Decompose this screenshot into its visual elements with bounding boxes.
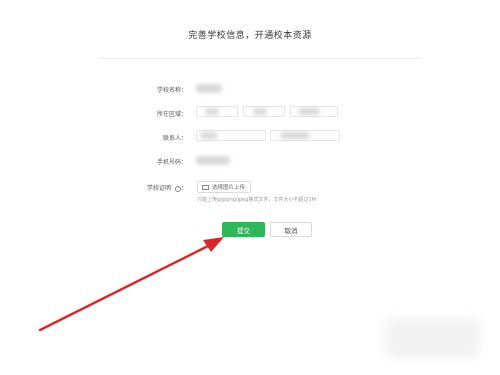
province-value (205, 108, 219, 115)
image-icon (202, 184, 209, 190)
divider (100, 58, 420, 59)
label-school-name: 学校名称： (156, 87, 187, 94)
label-certificate: 学校证明 ?： (147, 185, 187, 192)
label-region: 所在区域： (156, 111, 187, 118)
city-value (253, 108, 267, 115)
help-icon[interactable]: ? (174, 185, 181, 192)
upload-hint: 只能上传jpg/png/jpeg格式文件，文件大小不超过1M (197, 197, 316, 203)
phone-value (196, 156, 230, 165)
submit-button[interactable]: 提交 (222, 222, 265, 237)
contact-title-value (280, 132, 310, 139)
page-title: 完善学校信息，开通校本资源 (188, 31, 312, 41)
upload-image-button[interactable]: 选择图片上传 (197, 181, 251, 193)
cancel-button[interactable]: 取消 (270, 222, 312, 237)
watermark (385, 318, 480, 358)
district-value (298, 108, 320, 115)
school-name-value (196, 84, 222, 93)
contact-name-value (200, 132, 218, 139)
page: 完善学校信息，开通校本资源 学校名称： 所在区域： 联系人： 手机号码： 学校证… (0, 0, 500, 375)
label-phone: 手机号码： (156, 159, 187, 166)
label-contact: 联系人： (162, 135, 187, 142)
